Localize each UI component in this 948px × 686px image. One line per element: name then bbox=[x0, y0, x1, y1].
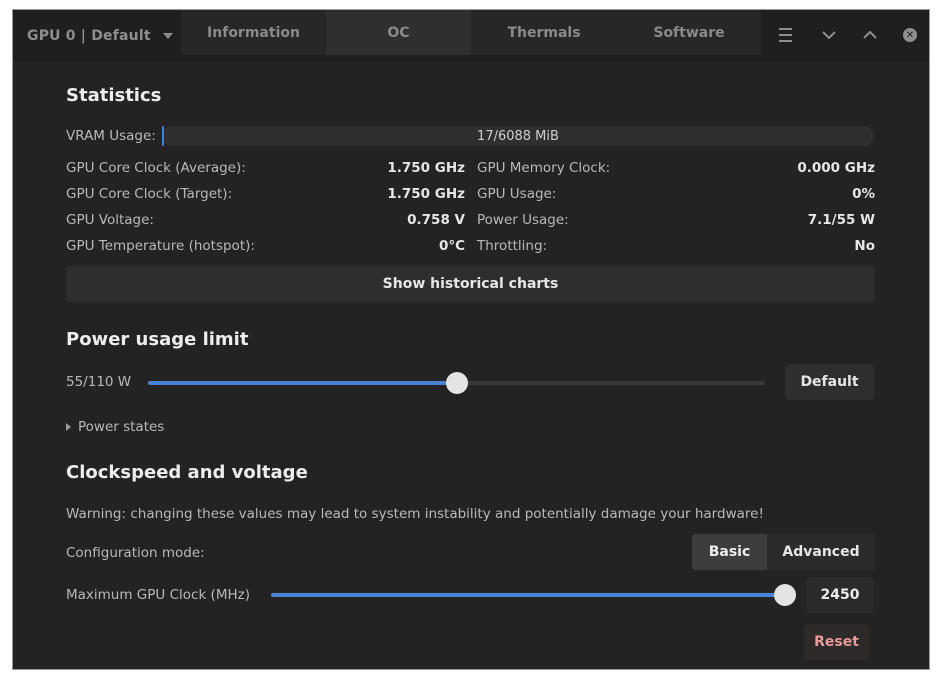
tab-label: Information bbox=[207, 24, 300, 41]
app-window: GPU 0 | Default Information OC Thermals … bbox=[12, 9, 930, 670]
stat-label: GPU Core Clock (Average): bbox=[66, 160, 246, 176]
tab-oc[interactable]: OC bbox=[326, 10, 471, 55]
header-bar: GPU 0 | Default Information OC Thermals … bbox=[13, 10, 929, 61]
stat-value: 1.750 GHz bbox=[387, 160, 465, 176]
tab-information[interactable]: Information bbox=[181, 10, 326, 55]
clockspeed-voltage-title: Clockspeed and voltage bbox=[66, 462, 308, 483]
stat-label: GPU Usage: bbox=[477, 186, 557, 202]
stat-value: 1.750 GHz bbox=[387, 186, 465, 202]
expander-arrow-icon bbox=[66, 423, 71, 431]
power-limit-value: 55/110 W bbox=[66, 374, 132, 390]
mode-advanced-button[interactable]: Advanced bbox=[767, 534, 875, 570]
minimize-chevron-down-icon[interactable] bbox=[818, 24, 840, 46]
tab-label: Thermals bbox=[507, 24, 581, 41]
stat-label: Power Usage: bbox=[477, 212, 569, 228]
stat-label: GPU Voltage: bbox=[66, 212, 154, 228]
chevron-down-icon bbox=[162, 32, 173, 39]
max-gpu-clock-slider[interactable] bbox=[271, 584, 796, 606]
stat-label: GPU Temperature (hotspot): bbox=[66, 238, 255, 254]
vram-usage-text: 17/6088 MiB bbox=[477, 128, 559, 144]
vram-usage-bar: 17/6088 MiB bbox=[162, 126, 874, 146]
statistics-title: Statistics bbox=[66, 85, 162, 106]
power-states-expander[interactable]: Power states bbox=[66, 419, 164, 435]
stat-value: 0°C bbox=[438, 238, 465, 254]
stat-value: 7.1/55 W bbox=[807, 212, 875, 228]
power-usage-limit-title: Power usage limit bbox=[66, 329, 249, 350]
tab-label: OC bbox=[387, 24, 410, 41]
max-gpu-clock-label: Maximum GPU Clock (MHz) bbox=[66, 587, 250, 603]
tab-label: Software bbox=[653, 24, 725, 41]
power-states-label: Power states bbox=[78, 419, 165, 435]
stat-value: 0.000 GHz bbox=[797, 160, 875, 176]
power-limit-slider-fill bbox=[148, 381, 457, 385]
mode-basic-button[interactable]: Basic bbox=[692, 534, 767, 570]
max-gpu-clock-input[interactable]: 2450 bbox=[806, 577, 874, 613]
max-gpu-clock-slider-knob[interactable] bbox=[774, 584, 796, 606]
default-button[interactable]: Default bbox=[785, 364, 874, 400]
gpu-selector-dropdown[interactable]: GPU 0 | Default bbox=[13, 10, 179, 61]
stat-label: GPU Memory Clock: bbox=[477, 160, 611, 176]
stat-value: No bbox=[854, 238, 875, 254]
vram-usage-label: VRAM Usage: bbox=[66, 128, 156, 144]
tab-software[interactable]: Software bbox=[617, 10, 761, 55]
close-icon[interactable]: ✕ bbox=[899, 24, 921, 46]
tab-thermals[interactable]: Thermals bbox=[471, 10, 617, 55]
stat-label: Throttling: bbox=[477, 238, 548, 254]
power-limit-slider-knob[interactable] bbox=[445, 372, 468, 394]
maximize-chevron-up-icon[interactable] bbox=[859, 24, 881, 46]
stat-value: 0.758 V bbox=[407, 212, 465, 228]
max-gpu-clock-slider-fill bbox=[271, 593, 785, 597]
show-historical-charts-button[interactable]: Show historical charts bbox=[66, 266, 875, 302]
gpu-selector-label: GPU 0 | Default bbox=[27, 27, 151, 44]
power-limit-slider[interactable] bbox=[148, 372, 765, 394]
stat-value: 0% bbox=[852, 186, 875, 202]
menu-icon[interactable] bbox=[774, 24, 796, 46]
configuration-mode-label: Configuration mode: bbox=[66, 545, 205, 561]
reset-button[interactable]: Reset bbox=[804, 624, 869, 660]
oc-page: Statistics VRAM Usage: 17/6088 MiB GPU C… bbox=[13, 61, 929, 669]
warning-text: Warning: changing these values may lead … bbox=[66, 506, 764, 522]
stat-label: GPU Core Clock (Target): bbox=[66, 186, 233, 202]
